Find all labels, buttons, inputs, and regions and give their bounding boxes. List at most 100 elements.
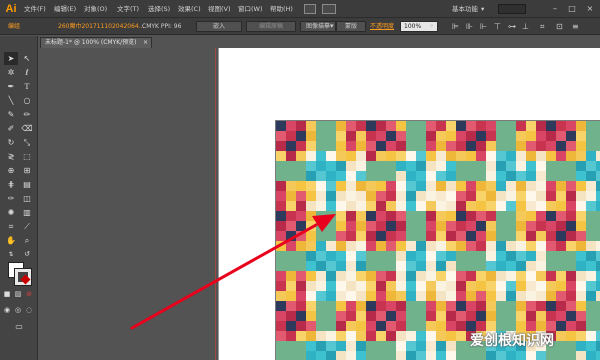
minimize-icon[interactable]: – [548, 2, 562, 15]
menu-edit[interactable]: 编辑(E) [54, 4, 76, 15]
menu-view[interactable]: 视图(V) [208, 4, 231, 15]
pattern-pixel [366, 201, 376, 211]
draw-normal-icon[interactable]: ◉ [2, 304, 12, 317]
pattern-pixel [496, 291, 506, 301]
draw-behind-icon[interactable]: ◎ [13, 304, 23, 317]
menu-file[interactable]: 文件(F) [24, 4, 46, 15]
menu-select[interactable]: 选择(S) [148, 4, 170, 15]
selection-type-label: 编组 [8, 23, 21, 30]
hand-tool-icon[interactable]: ✋ [4, 234, 18, 247]
align-right-icon[interactable]: ⊩ [480, 21, 487, 32]
pattern-pixel [556, 331, 566, 341]
pattern-pixel [326, 171, 336, 181]
zoom-tool-icon[interactable]: ⌕ [20, 234, 34, 247]
type-tool-icon[interactable]: T [20, 80, 34, 93]
blend-tool-icon[interactable]: ◫ [20, 192, 34, 205]
pencil-tool-icon[interactable]: ✏ [20, 108, 34, 121]
panel-menu-icon[interactable]: ≡ [572, 21, 579, 32]
shape-builder-tool-icon[interactable]: ⊕ [4, 164, 18, 177]
placed-pattern-image[interactable] [275, 120, 600, 360]
pattern-pixel [436, 261, 446, 271]
close-icon[interactable]: × [583, 2, 597, 15]
pattern-pixel [296, 341, 306, 351]
screen-mode-icon[interactable]: ▭ [12, 320, 26, 333]
pattern-pixel [526, 241, 536, 251]
align-left-icon[interactable]: ⊫ [452, 21, 459, 32]
pattern-pixel [546, 271, 556, 281]
ellipse-tool-icon[interactable]: ○ [20, 94, 34, 107]
align-center-icon[interactable]: ⊪ [466, 21, 473, 32]
artboard-tool-icon[interactable]: ⌗ [4, 220, 18, 233]
image-trace-dropdown-icon[interactable]: ▾ [330, 21, 334, 32]
search-input[interactable] [498, 4, 526, 14]
pattern-pixel [466, 281, 476, 291]
mesh-tool-icon[interactable]: ⋕ [4, 178, 18, 191]
pattern-pixel [486, 281, 496, 291]
eyedropper-tool-icon[interactable]: ✑ [4, 192, 18, 205]
pattern-pixel [386, 321, 396, 331]
pattern-pixel [416, 201, 426, 211]
pattern-pixel [276, 331, 286, 341]
draw-inside-icon[interactable]: ◌ [24, 304, 34, 317]
color-mode-icon[interactable]: ■ [2, 288, 12, 301]
rotate-tool-icon[interactable]: ↻ [4, 136, 18, 149]
pattern-pixel [486, 261, 496, 271]
pattern-pixel [396, 141, 406, 151]
blob-brush-tool-icon[interactable]: ✐ [4, 122, 18, 135]
isolate-group-icon[interactable]: ⊡ [556, 21, 563, 32]
align-middle-icon[interactable]: ⊶ [508, 21, 516, 32]
slice-tool-icon[interactable]: ⟋ [20, 220, 34, 233]
paintbrush-tool-icon[interactable]: ✎ [4, 108, 18, 121]
menu-help[interactable]: 帮助(H) [270, 4, 293, 15]
pattern-pixel [476, 281, 486, 291]
pen-tool-icon[interactable]: ✒ [4, 80, 18, 93]
linked-file-name[interactable]: 260魔巾201711102042064... [58, 21, 144, 32]
arrange-documents-icon[interactable] [322, 4, 336, 14]
align-bottom-icon[interactable]: ⊥ [522, 21, 529, 32]
column-graph-tool-icon[interactable]: ▥ [20, 206, 34, 219]
pattern-pixel [526, 171, 536, 181]
document-tab[interactable]: 未标题-1* @ 100% (CMYK/预览) × [40, 37, 152, 48]
opacity-label[interactable]: 不透明度 [370, 21, 394, 32]
selection-tool-icon[interactable]: ➤ [4, 52, 18, 65]
menu-type[interactable]: 文字(T) [117, 4, 139, 15]
pattern-pixel [416, 311, 426, 321]
gradient-mode-icon[interactable]: ▨ [13, 288, 23, 301]
swap-fill-stroke-icon[interactable]: ↺ [20, 248, 34, 261]
pattern-pixel [476, 211, 486, 221]
menu-effect[interactable]: 效果(C) [178, 4, 201, 15]
document-tab-close-icon[interactable]: × [143, 38, 148, 48]
embed-button[interactable]: 嵌入 [196, 21, 242, 32]
workspace-dropdown-icon[interactable]: ▾ [481, 3, 484, 15]
bridge-icon[interactable] [304, 4, 316, 14]
pattern-pixel [406, 351, 416, 360]
opacity-dropdown-icon[interactable]: ▾ [430, 21, 434, 32]
workspace-switcher[interactable]: 基本功能 [452, 3, 478, 15]
eraser-tool-icon[interactable]: ⌫ [20, 122, 34, 135]
perspective-grid-tool-icon[interactable]: ⊞ [20, 164, 34, 177]
direct-selection-tool-icon[interactable]: ↖ [20, 52, 34, 65]
scale-tool-icon[interactable]: ⤡ [20, 136, 34, 149]
mask-button[interactable]: 蒙版 [336, 21, 366, 32]
free-transform-tool-icon[interactable]: ⬚ [20, 150, 34, 163]
menu-window[interactable]: 窗口(W) [238, 4, 263, 15]
pattern-pixel [486, 191, 496, 201]
line-tool-icon[interactable]: ╲ [4, 94, 18, 107]
maximize-icon[interactable]: □ [565, 2, 579, 15]
width-tool-icon[interactable]: ≷ [4, 150, 18, 163]
pattern-pixel [456, 151, 466, 161]
lasso-tool-icon[interactable]: ℓ [20, 66, 34, 79]
magic-wand-tool-icon[interactable]: ✲ [4, 66, 18, 79]
pattern-pixel [326, 231, 336, 241]
default-fill-stroke-icon[interactable]: ⇅ [4, 248, 18, 261]
pattern-pixel [396, 241, 406, 251]
align-top-icon[interactable]: ⊤ [494, 21, 501, 32]
symbol-sprayer-tool-icon[interactable]: ✺ [4, 206, 18, 219]
transform-icon[interactable]: ⌗ [540, 21, 545, 32]
none-mode-icon[interactable]: ⊘ [24, 288, 34, 301]
menu-object[interactable]: 对象(O) [84, 4, 107, 15]
edit-original-button[interactable]: 编辑原稿 [246, 21, 296, 32]
pattern-pixel [426, 151, 436, 161]
pattern-pixel [286, 151, 296, 161]
gradient-tool-icon[interactable]: ▤ [20, 178, 34, 191]
